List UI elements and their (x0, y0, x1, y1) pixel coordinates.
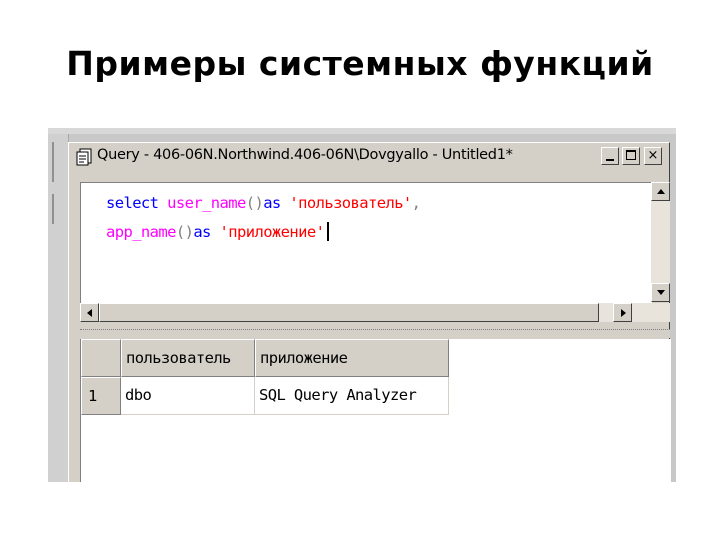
column-header[interactable]: пользователь (121, 339, 255, 377)
slide-title: Примеры системных функций (66, 44, 654, 83)
function-app-name: app_name (106, 223, 176, 241)
arrow-left-icon (87, 309, 92, 317)
window-title: Query - 406-06N.Northwind.406-06N\Dovgya… (97, 147, 513, 163)
paren: () (245, 194, 264, 212)
editor-horizontal-scrollbar[interactable] (80, 303, 670, 322)
maximize-button[interactable] (622, 147, 640, 165)
string-literal: 'пользователь' (289, 194, 412, 212)
function-user-name: user_name (167, 194, 246, 212)
scroll-right-button[interactable] (613, 303, 632, 322)
row-number[interactable]: 1 (81, 377, 121, 415)
window-titlebar[interactable]: Query - 406-06N.Northwind.406-06N\Dovgya… (71, 145, 667, 169)
minimize-icon (606, 159, 614, 161)
query-document-icon (76, 148, 92, 166)
scroll-up-button[interactable] (651, 182, 670, 201)
arrow-right-icon (621, 309, 626, 317)
result-cell[interactable]: SQL Query Analyzer (255, 377, 449, 415)
arrow-down-icon (657, 290, 665, 295)
pane-splitter[interactable] (80, 329, 670, 338)
text-caret (327, 222, 330, 241)
arrow-up-icon (657, 189, 665, 194)
grid-corner (81, 339, 121, 377)
close-icon: × (647, 148, 659, 163)
scroll-down-button[interactable] (651, 283, 670, 302)
maximize-icon (626, 150, 636, 160)
code-line-2: app_name()as 'приложение' (106, 222, 330, 241)
keyword-as: as (263, 194, 281, 212)
scroll-left-button[interactable] (80, 303, 99, 322)
background-window-edge (48, 134, 69, 482)
sql-editor[interactable]: select user_name()as 'пользователь', app… (80, 182, 652, 304)
string-literal: 'приложение' (219, 223, 325, 241)
result-cell[interactable]: dbo (121, 377, 255, 415)
column-header[interactable]: приложение (255, 339, 449, 377)
screenshot-frame: Query - 406-06N.Northwind.406-06N\Dovgya… (48, 128, 676, 482)
close-button[interactable]: × (644, 147, 662, 165)
query-window: Query - 406-06N.Northwind.406-06N\Dovgya… (68, 142, 671, 482)
minimize-button[interactable] (601, 147, 619, 165)
keyword-select: select (106, 194, 159, 212)
horizontal-scroll-thumb[interactable] (99, 303, 599, 322)
paren: () (175, 223, 194, 241)
editor-vertical-scrollbar[interactable] (651, 182, 670, 302)
code-line-1: select user_name()as 'пользователь', (106, 194, 421, 212)
keyword-as: as (193, 223, 211, 241)
comma: , (411, 194, 421, 212)
background-window-strip (48, 128, 676, 134)
results-grid: пользователь приложение 1 dbo SQL Query … (80, 339, 671, 482)
